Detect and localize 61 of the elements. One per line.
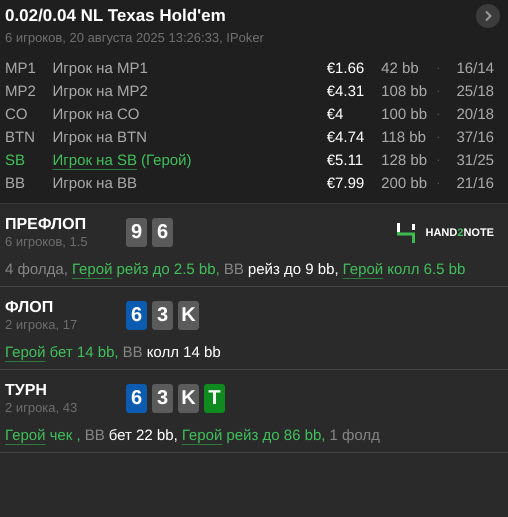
player-position: BB: [5, 175, 26, 192]
player-position: MP1: [5, 60, 37, 77]
separator-dot: ·: [436, 132, 441, 143]
street-name: ПРЕФЛОП: [5, 216, 88, 234]
player-name: Игрок на CO: [52, 106, 140, 123]
player-stats: 31/25: [455, 152, 494, 169]
street-info: 2 игрока, 17: [5, 317, 78, 332]
player-bb: 42 bb: [381, 60, 420, 77]
street-name: ФЛОП: [5, 299, 54, 317]
action-line: Герой бет 14 bb, BB колл 14 bb: [5, 344, 222, 361]
street-info: 6 игроков, 1.5: [5, 234, 89, 249]
playing-card: T: [204, 384, 225, 413]
player-position: BTN: [5, 129, 36, 146]
playing-card: 3: [152, 301, 173, 330]
player-stats: 25/18: [455, 83, 494, 100]
playing-card: 9: [126, 218, 147, 247]
separator-dot: ·: [436, 63, 441, 74]
next-button[interactable]: [476, 4, 500, 28]
player-stats: 21/16: [455, 175, 494, 192]
player-bb: 118 bb: [381, 129, 427, 146]
player-stack: €4.31: [326, 83, 366, 100]
playing-card: K: [178, 384, 199, 413]
player-stats: 20/18: [455, 106, 494, 123]
player-stack: €1.66: [326, 60, 366, 77]
player-stack: €4: [326, 106, 344, 123]
playing-card: K: [178, 301, 199, 330]
player-stats: 16/14: [455, 60, 494, 77]
player-name: Игрок на MP2: [52, 83, 148, 100]
player-position: CO: [5, 106, 28, 123]
hand-title: 0.02/0.04 NL Texas Hold'em: [5, 6, 226, 26]
separator-dot: ·: [436, 155, 441, 166]
player-stack: €5.11: [326, 152, 364, 169]
player-name[interactable]: Игрок на SB: [52, 152, 137, 169]
player-position: SB: [5, 152, 26, 169]
player-name: Игрок на BTN: [52, 129, 147, 146]
player-bb: 128 bb: [381, 152, 428, 169]
player-stack: €7.99: [326, 175, 366, 192]
separator-dot: ·: [436, 109, 441, 120]
hero-tag: (Герой): [141, 152, 192, 169]
playing-card: 3: [152, 384, 173, 413]
chevron-right-icon: [483, 10, 493, 22]
playing-card: 6: [152, 218, 173, 247]
separator-dot: ·: [436, 178, 441, 189]
separator-dot: ·: [436, 86, 441, 97]
action-line: 4 фолда, Герой рейз до 2.5 bb, BB рейз до 9 bb, Герой колл 6.5 bb: [5, 261, 466, 278]
player-bb: 108 bb: [381, 83, 428, 100]
player-bb: 100 bb: [381, 106, 428, 123]
playing-card: 6: [126, 301, 147, 330]
player-bb: 200 bb: [381, 175, 428, 192]
street-name: ТУРН: [5, 382, 48, 400]
hand-subtitle: 6 игроков, 20 августа 2025 13:26:33, IPoker: [5, 30, 265, 45]
playing-card: 6: [126, 384, 147, 413]
player-name: Игрок на MP1: [52, 60, 148, 77]
hand2note-logo: HAND2NOTE: [394, 222, 494, 244]
street-info: 2 игрока, 43: [5, 400, 78, 415]
logo-icon: [394, 222, 417, 244]
player-position: MP2: [5, 83, 37, 100]
player-stats: 37/16: [455, 129, 494, 146]
player-stack: €4.74: [326, 129, 366, 146]
player-name: Игрок на BB: [52, 175, 137, 192]
action-line: Герой чек , BB бет 22 bb, Герой рейз до 86 bb, 1 фолд: [5, 427, 381, 444]
